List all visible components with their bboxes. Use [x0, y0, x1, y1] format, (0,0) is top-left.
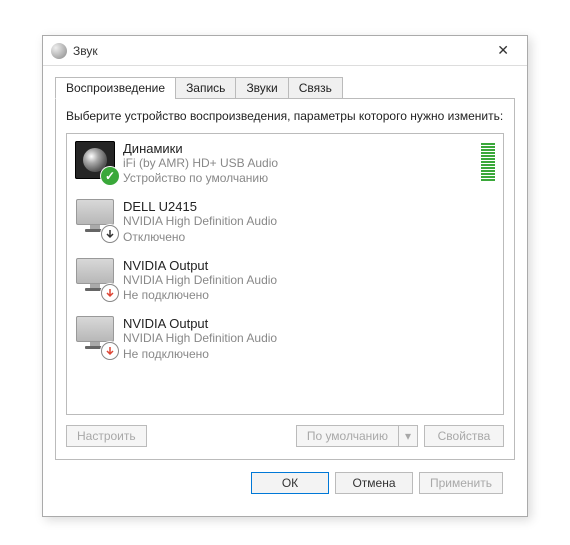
sound-app-icon — [51, 43, 67, 59]
configure-button[interactable]: Настроить — [66, 425, 147, 447]
device-icon-wrap — [75, 199, 115, 239]
button-label: Настроить — [77, 429, 136, 443]
button-label: Свойства — [438, 429, 491, 443]
tab-label: Звуки — [246, 81, 277, 95]
level-meter — [481, 141, 495, 181]
device-name: Динамики — [123, 141, 475, 156]
instruction-text: Выберите устройство воспроизведения, пар… — [66, 109, 504, 125]
device-text: NVIDIA Output NVIDIA High Definition Aud… — [123, 258, 495, 303]
device-status: Не подключено — [123, 288, 495, 302]
tab-playback[interactable]: Воспроизведение — [55, 77, 176, 99]
device-item[interactable]: NVIDIA Output NVIDIA High Definition Aud… — [67, 251, 503, 310]
tab-label: Связь — [299, 81, 332, 95]
titlebar: Звук ✕ — [43, 36, 527, 66]
device-icon-wrap — [75, 316, 115, 356]
tab-strip: Воспроизведение Запись Звуки Связь — [55, 77, 515, 99]
apply-button[interactable]: Применить — [419, 472, 503, 494]
button-label: По умолчанию — [297, 426, 399, 446]
button-label: ОК — [282, 476, 298, 490]
device-driver: NVIDIA High Definition Audio — [123, 214, 495, 230]
playback-panel: Выберите устройство воспроизведения, пар… — [55, 98, 515, 460]
close-button[interactable]: ✕ — [487, 38, 519, 63]
device-icon-wrap — [75, 141, 115, 181]
default-check-icon — [101, 167, 119, 185]
panel-buttons: Настроить По умолчанию ▾ Свойства — [66, 425, 504, 447]
device-item[interactable]: DELL U2415 NVIDIA High Definition Audio … — [67, 192, 503, 251]
tab-recording[interactable]: Запись — [175, 77, 236, 99]
properties-button[interactable]: Свойства — [424, 425, 504, 447]
tab-communications[interactable]: Связь — [288, 77, 343, 99]
device-status: Не подключено — [123, 347, 495, 361]
device-name: NVIDIA Output — [123, 316, 495, 331]
tab-sounds[interactable]: Звуки — [235, 77, 288, 99]
tab-label: Запись — [186, 81, 225, 95]
dropdown-arrow-icon[interactable]: ▾ — [399, 426, 417, 446]
unplugged-arrow-icon — [101, 342, 119, 360]
device-driver: iFi (by AMR) HD+ USB Audio — [123, 156, 475, 172]
dialog-buttons: ОК Отмена Применить — [55, 460, 515, 494]
device-text: NVIDIA Output NVIDIA High Definition Aud… — [123, 316, 495, 361]
tab-label: Воспроизведение — [66, 81, 165, 95]
device-item[interactable]: NVIDIA Output NVIDIA High Definition Aud… — [67, 309, 503, 368]
button-label: Применить — [430, 476, 492, 490]
device-list[interactable]: Динамики iFi (by AMR) HD+ USB Audio Устр… — [66, 133, 504, 415]
device-status: Отключено — [123, 230, 495, 244]
window-title: Звук — [73, 44, 487, 58]
cancel-button[interactable]: Отмена — [335, 472, 413, 494]
disabled-arrow-icon — [101, 225, 119, 243]
device-name: DELL U2415 — [123, 199, 495, 214]
set-default-button[interactable]: По умолчанию ▾ — [296, 425, 418, 447]
device-status: Устройство по умолчанию — [123, 171, 475, 185]
device-text: Динамики iFi (by AMR) HD+ USB Audio Устр… — [123, 141, 475, 186]
device-driver: NVIDIA High Definition Audio — [123, 273, 495, 289]
device-icon-wrap — [75, 258, 115, 298]
device-name: NVIDIA Output — [123, 258, 495, 273]
button-label: Отмена — [352, 476, 395, 490]
device-item[interactable]: Динамики iFi (by AMR) HD+ USB Audio Устр… — [67, 134, 503, 193]
ok-button[interactable]: ОК — [251, 472, 329, 494]
unplugged-arrow-icon — [101, 284, 119, 302]
device-text: DELL U2415 NVIDIA High Definition Audio … — [123, 199, 495, 244]
content-area: Воспроизведение Запись Звуки Связь Выбер… — [43, 66, 527, 506]
sound-dialog: Звук ✕ Воспроизведение Запись Звуки Связ… — [42, 35, 528, 517]
device-driver: NVIDIA High Definition Audio — [123, 331, 495, 347]
